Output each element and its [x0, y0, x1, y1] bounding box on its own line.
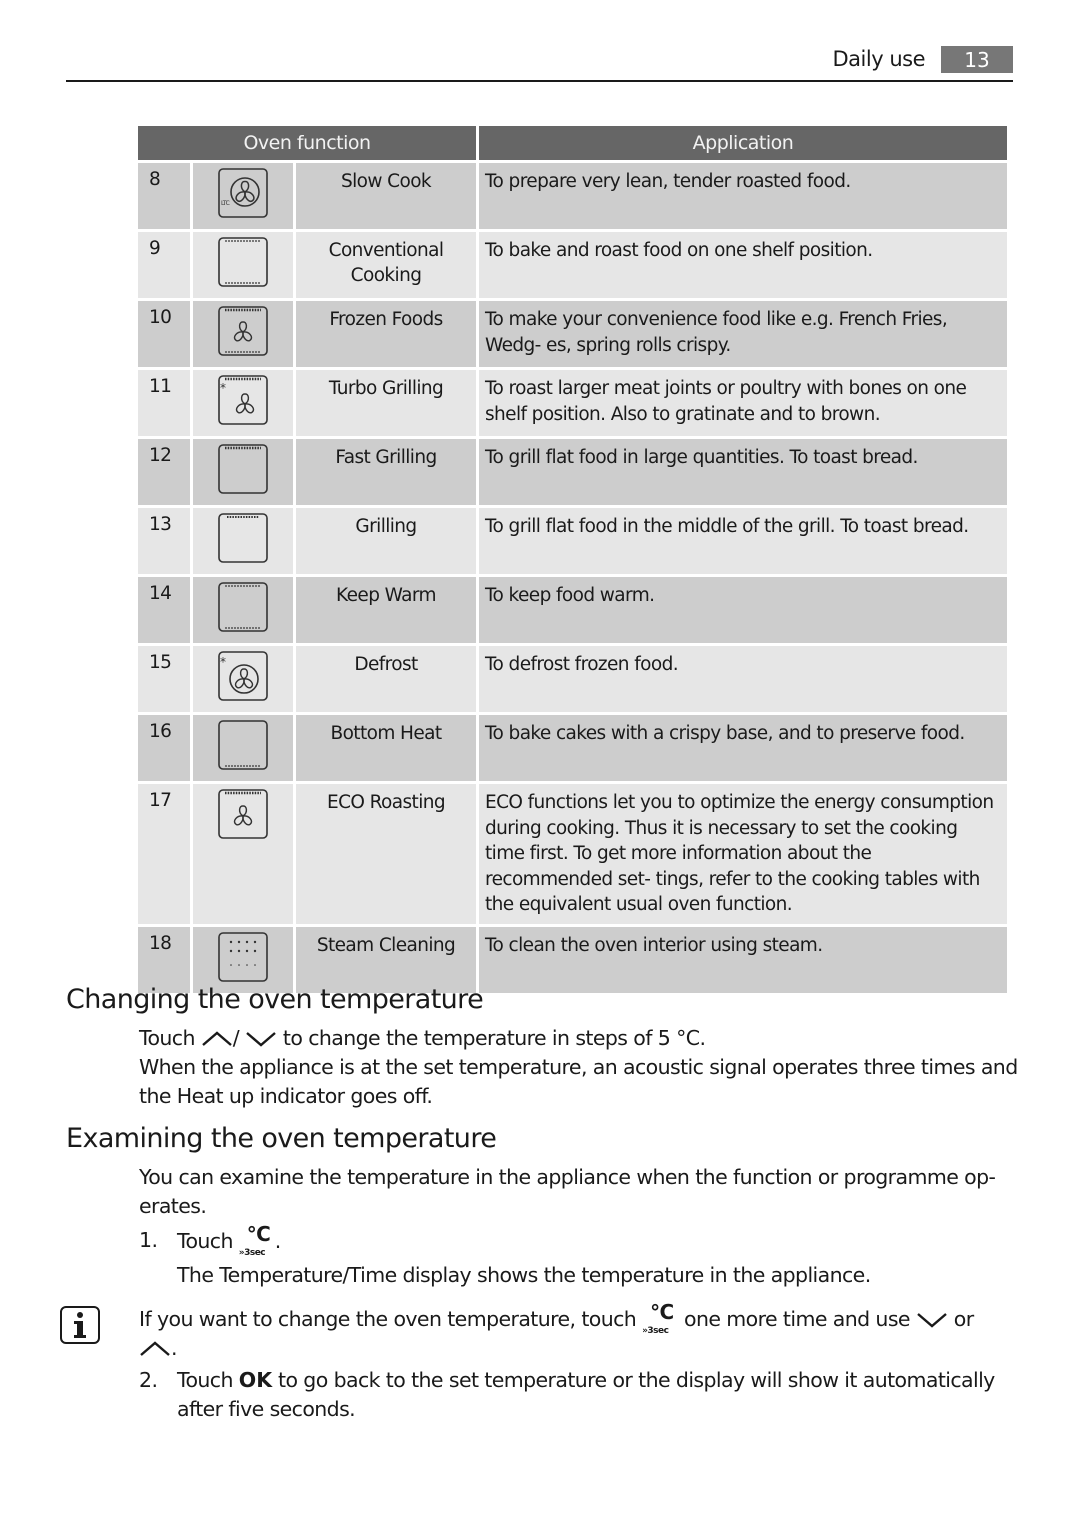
- function-icon-cell: *: [193, 646, 293, 712]
- function-number: 10: [138, 301, 190, 367]
- ok-button-label: OK: [238, 1368, 273, 1392]
- function-icon-cell: [193, 508, 293, 574]
- frozen-foods-icon: [218, 306, 268, 356]
- function-icon-cell: *: [193, 370, 293, 436]
- function-application: To keep food warm.: [479, 577, 1007, 643]
- changing-temperature-heading: Changing the oven temperature: [66, 984, 484, 1015]
- function-application: To prepare very lean, tender roasted foo…: [479, 163, 1007, 229]
- bottom-heat-icon: [218, 720, 268, 770]
- function-icon-cell: [193, 784, 293, 924]
- page-header: Daily use 13: [66, 46, 1013, 82]
- function-application: To grill flat food in the middle of the …: [479, 508, 1007, 574]
- function-application: To bake cakes with a crispy base, and to…: [479, 715, 1007, 781]
- function-application: To make your convenience food like e.g. …: [479, 301, 1007, 367]
- table-row: 10 Frozen Foods To make your convenience f…: [138, 301, 1007, 367]
- function-number: 8: [138, 163, 190, 229]
- function-name: Turbo Grilling: [296, 370, 476, 436]
- table-row: 8 LTC Slow Cook To prepare very lean, tende…: [138, 163, 1007, 229]
- temperature-3sec-button-icon: °C »3sec: [238, 1222, 271, 1258]
- function-name: Slow Cook: [296, 163, 476, 229]
- function-name: Bottom Heat: [296, 715, 476, 781]
- function-number: 17: [138, 784, 190, 924]
- steam-cleaning-icon: [218, 932, 268, 982]
- function-icon-cell: [193, 577, 293, 643]
- table-row: 13 Grilling To grill flat food in the midd…: [138, 508, 1007, 574]
- function-name: Keep Warm: [296, 577, 476, 643]
- turbo-grilling-icon: *: [218, 375, 268, 425]
- svg-text:*: *: [220, 381, 226, 395]
- defrost-icon: *: [218, 651, 268, 701]
- function-number: 15: [138, 646, 190, 712]
- conventional-cooking-icon: [218, 237, 268, 287]
- function-icon-cell: [193, 715, 293, 781]
- function-number: 16: [138, 715, 190, 781]
- function-application: To roast larger meat joints or poultry w…: [479, 370, 1007, 436]
- info-glyph-icon: [74, 1312, 86, 1338]
- chevron-down-icon: [246, 1032, 276, 1047]
- function-name: Fast Grilling: [296, 439, 476, 505]
- column-header-function: Oven function: [138, 126, 476, 160]
- function-number: 11: [138, 370, 190, 436]
- function-name: Grilling: [296, 508, 476, 574]
- section-label: Daily use: [832, 47, 926, 71]
- function-number: 12: [138, 439, 190, 505]
- info-note-text: If you want to change the oven temperatu…: [139, 1300, 974, 1360]
- function-name: Conventional Cooking: [296, 232, 476, 298]
- step-1-text: Touch °C »3sec.: [177, 1222, 281, 1258]
- eco-roasting-icon: [218, 789, 268, 839]
- temperature-3sec-button-icon: °C »3sec: [642, 1300, 674, 1336]
- function-name: Frozen Foods: [296, 301, 476, 367]
- function-icon-cell: [193, 232, 293, 298]
- chevron-down-icon: [917, 1313, 947, 1328]
- table-row: 15 * Defrost To defrost frozen food.: [138, 646, 1007, 712]
- examining-temperature-heading: Examining the oven temperature: [66, 1123, 497, 1154]
- function-name: Defrost: [296, 646, 476, 712]
- info-icon: [60, 1306, 100, 1344]
- step-2-text: Touch OK to go back to the set temperatu…: [177, 1368, 995, 1421]
- function-number: 14: [138, 577, 190, 643]
- function-application: To grill flat food in large quantities. …: [479, 439, 1007, 505]
- grilling-icon: [218, 513, 268, 563]
- svg-text:LTC: LTC: [221, 200, 230, 207]
- svg-text:*: *: [220, 655, 226, 669]
- table-row: 9 Conventional Cooking To bake and roast f…: [138, 232, 1007, 298]
- keep-warm-icon: [218, 582, 268, 632]
- table-row: 11 * Turbo Grilling To roast larger meat jo…: [138, 370, 1007, 436]
- oven-functions-table: Oven function Application 8 LTC Slow Cook T…: [135, 123, 1010, 996]
- function-icon-cell: LTC: [193, 163, 293, 229]
- function-application: To defrost frozen food.: [479, 646, 1007, 712]
- column-header-application: Application: [479, 126, 1007, 160]
- table-row: 17 ECO Roasting ECO functions let you to o…: [138, 784, 1007, 924]
- table-row: 12 Fast Grilling To grill flat food in lar…: [138, 439, 1007, 505]
- function-number: 13: [138, 508, 190, 574]
- slow-cook-icon: LTC: [218, 168, 268, 218]
- function-application: To bake and roast food on one shelf posi…: [479, 232, 1007, 298]
- examining-intro-text: You can examine the temperature in the a…: [139, 1165, 996, 1218]
- function-application: To clean the oven interior using steam.: [479, 927, 1007, 993]
- chevron-up-icon: [140, 1341, 170, 1356]
- function-application: ECO functions let you to optimize the en…: [479, 784, 1007, 924]
- changing-temperature-text: Touch / to change the temperature in ste…: [139, 1026, 1018, 1108]
- chevron-up-icon: [201, 1031, 232, 1046]
- function-icon-cell: [193, 439, 293, 505]
- step-1-detail: The Temperature/Time display shows the t…: [177, 1263, 871, 1287]
- fast-grilling-icon: [218, 444, 268, 494]
- function-icon-cell: [193, 301, 293, 367]
- function-name: ECO Roasting: [296, 784, 476, 924]
- table-row: 14 Keep Warm To keep food warm.: [138, 577, 1007, 643]
- function-number: 9: [138, 232, 190, 298]
- table-row: 16 Bottom Heat To bake cakes with a crispy…: [138, 715, 1007, 781]
- page-number: 13: [941, 46, 1013, 73]
